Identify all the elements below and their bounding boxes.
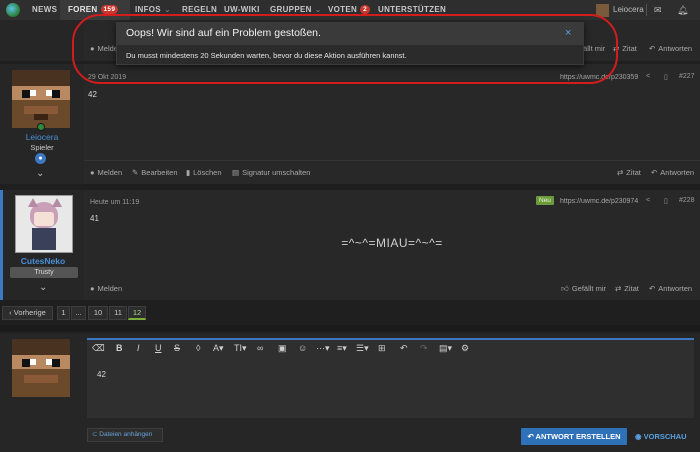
bearbeiten-link[interactable]: ✎ Bearbeiten <box>132 168 178 177</box>
online-status-icon <box>37 123 45 131</box>
user-role-banner: Trusty <box>10 267 78 278</box>
bold-icon[interactable]: B <box>116 343 123 353</box>
pager-page-10[interactable]: 10 <box>88 306 108 320</box>
strikethrough-icon[interactable]: S <box>174 343 180 353</box>
share-icon[interactable]: < <box>646 73 650 80</box>
settings-icon[interactable]: ⚙ <box>461 343 469 354</box>
color-drop-icon[interactable]: ◊ <box>196 343 200 353</box>
site-logo-icon[interactable] <box>6 3 20 17</box>
loeschen-link[interactable]: ▮ Löschen <box>186 168 222 177</box>
nav-news[interactable]: NEWS <box>32 0 57 20</box>
divider <box>84 160 700 161</box>
pager-page-11[interactable]: 11 <box>109 306 127 320</box>
post-content: 42 <box>88 90 97 99</box>
new-badge: Neu <box>536 196 554 205</box>
group-badge-icon: ● <box>35 153 46 164</box>
mail-icon[interactable]: ✉ <box>654 0 662 20</box>
list-icon[interactable]: ☰▾ <box>356 343 369 354</box>
post-link[interactable]: https://uwmc.de/p230974 <box>560 198 642 205</box>
image-icon[interactable]: ▣ <box>278 343 287 354</box>
table-icon[interactable]: ⊞ <box>378 343 386 354</box>
nav-divider <box>646 4 647 16</box>
pager-page-1[interactable]: 1 <box>57 306 70 320</box>
underline-icon[interactable]: U <box>155 343 162 353</box>
bell-icon[interactable]: 🔔︎ <box>677 0 688 20</box>
antworten-link[interactable]: ↶ Antworten <box>651 168 694 177</box>
preview-button[interactable]: ◉ VORSCHAU <box>635 428 687 445</box>
zitat-link[interactable]: ⇄ Zitat <box>617 168 641 177</box>
more-icon[interactable]: ···▾ <box>316 343 330 354</box>
font-size-icon[interactable]: A▾ <box>213 343 224 354</box>
reply-sidebar <box>0 333 84 452</box>
post-signature: =^~^=MIAU=^~^= <box>341 236 443 250</box>
post-228: Heute um 11:19 Neu https://uwmc.de/p2309… <box>84 190 700 300</box>
voten-count-badge: 2 <box>360 5 370 14</box>
font-family-icon[interactable]: TI▾ <box>234 343 247 354</box>
avatar[interactable] <box>15 195 73 253</box>
antworten-link[interactable]: ↶ Antworten <box>649 284 692 293</box>
link-icon[interactable]: ∞ <box>257 343 263 353</box>
undo-icon[interactable]: ↶ <box>400 343 408 354</box>
post-content: 41 <box>90 214 99 223</box>
user-role: Spieler <box>30 143 54 152</box>
antworten-link[interactable]: ↶ Antworten <box>649 44 692 53</box>
attach-files-button[interactable]: ⊂ Dateien anhängen <box>87 428 163 442</box>
pager-prev-button[interactable]: ‹ Vorherige <box>2 306 53 320</box>
post-228-sidebar: CutesNeko Trusty ⌄ <box>0 190 84 300</box>
chevron-down-icon[interactable]: ⌄ <box>39 282 47 293</box>
foren-count-badge: 159 <box>100 5 119 14</box>
melden-link[interactable]: ● Melden <box>90 168 122 177</box>
align-icon[interactable]: ≡▾ <box>337 343 347 354</box>
share-icon[interactable]: < <box>646 197 650 204</box>
smiley-icon[interactable]: ☺ <box>298 343 307 353</box>
pager-ellipsis[interactable]: ... <box>71 306 86 320</box>
post-author-name[interactable]: CutesNeko <box>3 256 83 266</box>
divider <box>0 325 700 331</box>
submit-reply-button[interactable]: ↶ ANTWORT ERSTELLEN <box>521 428 627 445</box>
eraser-icon[interactable]: ⌫ <box>92 343 105 354</box>
reply-icon: ↶ <box>527 432 536 441</box>
editor-content: 42 <box>97 370 106 379</box>
gefaellt-link[interactable]: 👍︎ Gefällt mir <box>561 284 606 294</box>
avatar[interactable] <box>12 70 70 128</box>
nav-username[interactable]: Leiocera <box>613 0 644 20</box>
zitat-link[interactable]: ⇄ Zitat <box>615 284 639 293</box>
eye-icon: ◉ <box>635 432 644 441</box>
pager-page-12-current[interactable]: 12 <box>128 306 146 320</box>
highlight-annotation <box>72 14 618 84</box>
post-author-name[interactable]: Leiocera <box>0 132 84 142</box>
avatar <box>12 339 70 397</box>
post-227-sidebar: Leiocera Spieler ● ⌄ <box>0 64 84 184</box>
post-number[interactable]: #228 <box>679 197 695 204</box>
post-number[interactable]: #227 <box>679 73 695 80</box>
bookmark-icon[interactable]: ▯ <box>664 197 668 205</box>
bookmark-icon[interactable]: ▯ <box>664 73 668 81</box>
italic-icon[interactable]: I <box>137 343 140 353</box>
redo-icon[interactable]: ↷ <box>420 343 428 354</box>
post-date[interactable]: Heute um 11:19 <box>90 199 139 206</box>
signatur-link[interactable]: ▤ Signatur umschalten <box>232 168 310 177</box>
chevron-down-icon[interactable]: ⌄ <box>36 168 44 179</box>
melden-link[interactable]: ● Melden <box>90 284 122 293</box>
insert-icon[interactable]: ▤▾ <box>439 343 452 354</box>
